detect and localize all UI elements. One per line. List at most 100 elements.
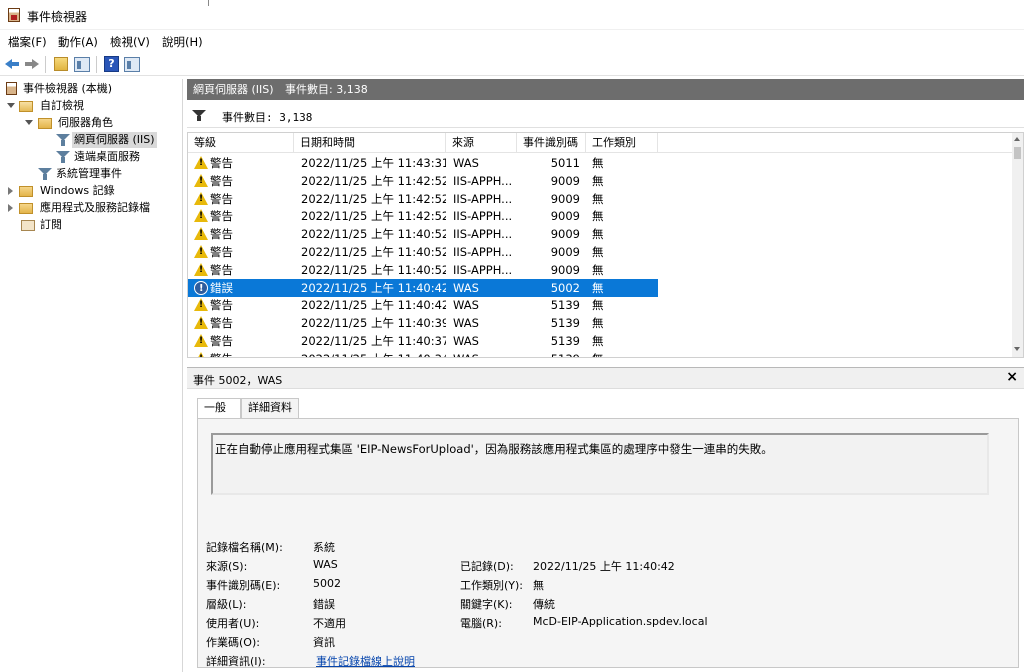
toolbar: ? bbox=[0, 52, 1024, 76]
event-cell-id: 9009 bbox=[550, 262, 580, 277]
filter-bar: 事件數目: 3,138 bbox=[187, 104, 1024, 128]
event-cell-category: 無 bbox=[592, 334, 604, 348]
log-name: 網頁伺服器 (IIS) bbox=[193, 83, 274, 96]
event-row[interactable]: 警告 2022/11/25 上午 11:40:39 WAS 5139 無 bbox=[188, 314, 1014, 332]
tree-node-iis[interactable]: 網頁伺服器 (IIS) bbox=[0, 132, 183, 148]
up-folder-icon[interactable] bbox=[54, 57, 68, 71]
tab-general[interactable]: 一般 bbox=[197, 398, 241, 419]
event-row[interactable]: 警告 2022/11/25 上午 11:40:37 WAS 5139 無 bbox=[188, 332, 1014, 350]
event-detail-pane: 事件 5002，WAS × 一般 詳細資料 正在自動停止應用程式集區 'EIP-… bbox=[187, 367, 1024, 672]
more-info-label: 詳細資訊(I): bbox=[206, 655, 266, 668]
help-icon[interactable]: ? bbox=[104, 56, 119, 72]
logged-label: 已記錄(D): bbox=[460, 560, 514, 573]
logged-value: 2022/11/25 上午 11:40:42 bbox=[533, 560, 675, 573]
scroll-up-icon[interactable] bbox=[1014, 137, 1020, 141]
event-cell-level: 警告 bbox=[210, 316, 233, 331]
tree-node-event-viewer[interactable]: 事件檢視器 (本機) bbox=[0, 81, 183, 97]
tree-node-remote-desktop[interactable]: 遠端桌面服務 bbox=[0, 149, 183, 165]
event-row[interactable]: 警告 2022/11/25 上午 11:40:52 IIS-APPH... 9009 無 bbox=[188, 225, 1014, 243]
task-category-value: 無 bbox=[533, 579, 544, 592]
event-cell-category: 無 bbox=[592, 350, 652, 357]
warning-icon bbox=[194, 156, 208, 169]
warning-icon bbox=[194, 316, 208, 330]
column-header-datetime[interactable]: 日期和時間 bbox=[294, 133, 446, 153]
event-cell-source: IIS-APPH... bbox=[453, 173, 513, 188]
event-row[interactable]: 警告 2022/11/25 上午 11:40:52 IIS-APPH... 9009 無 bbox=[188, 261, 1014, 279]
event-cell-id: 5139 bbox=[517, 350, 580, 357]
computer-value: McD-EIP-Application.spdev.local bbox=[533, 615, 708, 628]
collapse-arrow-icon[interactable] bbox=[7, 204, 15, 212]
event-row[interactable]: 錯誤 2022/11/25 上午 11:40:42 WAS 5002 無 bbox=[188, 278, 658, 297]
event-row[interactable]: 警告 2022/11/25 上午 11:40:52 IIS-APPH... 9009 無 bbox=[188, 243, 1014, 261]
tree-node-server-roles[interactable]: 伺服器角色 bbox=[0, 115, 183, 131]
event-cell-datetime: 2022/11/25 上午 11:40:39 bbox=[301, 316, 446, 331]
event-cell-level: 警告 bbox=[210, 156, 233, 170]
tree-node-subscriptions[interactable]: 訂閱 bbox=[0, 217, 183, 233]
source-label: 來源(S): bbox=[206, 560, 248, 573]
event-list-header: 等級 日期和時間 來源 事件識別碼 工作類別 bbox=[188, 133, 1014, 153]
window-title: 事件檢視器 bbox=[27, 10, 88, 24]
expand-arrow-icon[interactable] bbox=[25, 119, 33, 127]
log-name-label: 記錄檔名稱(M): bbox=[206, 541, 283, 554]
event-row[interactable]: 警告 2022/11/25 上午 11:42:52 IIS-APPH... 9009 無 bbox=[188, 190, 1014, 208]
tree-node-windows-logs[interactable]: Windows 記錄 bbox=[0, 183, 183, 199]
event-row[interactable]: 警告 2022/11/25 上午 11:42:52 IIS-APPH... 9009 無 bbox=[188, 207, 1014, 225]
user-value: 不適用 bbox=[313, 617, 346, 630]
scroll-down-icon[interactable] bbox=[1014, 347, 1020, 351]
detail-title: 事件 5002，WAS bbox=[193, 374, 283, 387]
collapse-arrow-icon[interactable] bbox=[7, 187, 15, 195]
forward-arrow-icon[interactable] bbox=[23, 55, 41, 73]
event-id-label: 事件識別碼(E): bbox=[206, 579, 281, 592]
event-cell-category: 無 bbox=[592, 191, 604, 206]
online-help-link[interactable]: 事件記錄檔線上說明 bbox=[316, 653, 415, 669]
show-hide-tree-icon[interactable] bbox=[74, 57, 90, 72]
event-cell-id: 5139 bbox=[550, 316, 580, 331]
event-cell-source: WAS bbox=[453, 298, 479, 313]
expand-arrow-icon[interactable] bbox=[7, 102, 15, 110]
tree-node-admin-events[interactable]: 系統管理事件 bbox=[0, 166, 183, 182]
event-cell-source: WAS bbox=[453, 334, 479, 348]
show-hide-action-pane-icon[interactable] bbox=[124, 57, 140, 72]
event-cell-datetime: 2022/11/25 上午 11:43:31 bbox=[301, 156, 446, 170]
tree-node-app-service-logs[interactable]: 應用程式及服務記錄檔 bbox=[0, 200, 183, 216]
menu-view[interactable]: 檢視(V) bbox=[110, 34, 150, 50]
tree-node-custom-views[interactable]: 自訂檢視 bbox=[0, 98, 183, 114]
event-row[interactable]: 警告 2022/11/25 上午 11:40:42 WAS 5139 無 bbox=[188, 296, 1014, 314]
column-header-source[interactable]: 來源 bbox=[446, 133, 517, 153]
event-cell-level: 警告 bbox=[210, 245, 233, 259]
warning-icon bbox=[194, 191, 208, 205]
event-cell-category: 無 bbox=[592, 227, 604, 242]
general-tab-body: 正在自動停止應用程式集區 'EIP-NewsForUpload'，因為服務該應用… bbox=[197, 418, 1019, 668]
scroll-thumb[interactable] bbox=[1014, 147, 1021, 159]
event-cell-datetime: 2022/11/25 上午 11:40:37 bbox=[301, 334, 446, 348]
menu-action[interactable]: 動作(A) bbox=[58, 34, 98, 50]
warning-icon bbox=[194, 245, 208, 258]
menu-file[interactable]: 檔案(F) bbox=[8, 34, 47, 50]
event-cell-id: 5002 bbox=[550, 280, 580, 295]
column-header-level[interactable]: 等級 bbox=[188, 133, 294, 153]
opcode-label: 作業碼(O): bbox=[206, 636, 260, 649]
keywords-label: 關鍵字(K): bbox=[460, 598, 513, 611]
event-row[interactable]: 警告 2022/11/25 上午 11:40:34 WAS5139 無 bbox=[188, 350, 1014, 357]
column-header-event-id[interactable]: 事件識別碼 bbox=[517, 133, 586, 153]
event-cell-source: WAS bbox=[453, 156, 479, 170]
event-cell-datetime: 2022/11/25 上午 11:42:52 bbox=[301, 173, 446, 188]
filter-icon bbox=[192, 109, 206, 123]
event-cell-category: 無 bbox=[592, 280, 604, 295]
event-row[interactable]: 警告 2022/11/25 上午 11:43:31 WAS 5011 無 bbox=[188, 154, 1014, 172]
menu-help[interactable]: 說明(H) bbox=[162, 34, 203, 50]
close-icon[interactable]: × bbox=[1006, 369, 1018, 385]
event-row[interactable]: 警告 2022/11/25 上午 11:42:52 IIS-APPH... 9009 無 bbox=[188, 172, 1014, 190]
event-list-scrollbar[interactable] bbox=[1012, 133, 1023, 357]
column-header-task-category[interactable]: 工作類別 bbox=[586, 133, 658, 153]
event-id-value: 5002 bbox=[313, 577, 341, 590]
event-cell-datetime: 2022/11/25 上午 11:40:52 bbox=[301, 262, 446, 277]
back-arrow-icon[interactable] bbox=[3, 55, 21, 73]
log-event-count: 事件數目: 3,138 bbox=[285, 83, 368, 96]
keywords-value: 傳統 bbox=[533, 598, 555, 611]
error-icon bbox=[194, 280, 208, 295]
event-list: 等級 日期和時間 來源 事件識別碼 工作類別 警告 2022/11/25 上午 1… bbox=[187, 132, 1024, 358]
tab-details[interactable]: 詳細資料 bbox=[241, 398, 299, 418]
event-cell-id: 9009 bbox=[550, 227, 580, 242]
folder-icon bbox=[38, 118, 52, 129]
